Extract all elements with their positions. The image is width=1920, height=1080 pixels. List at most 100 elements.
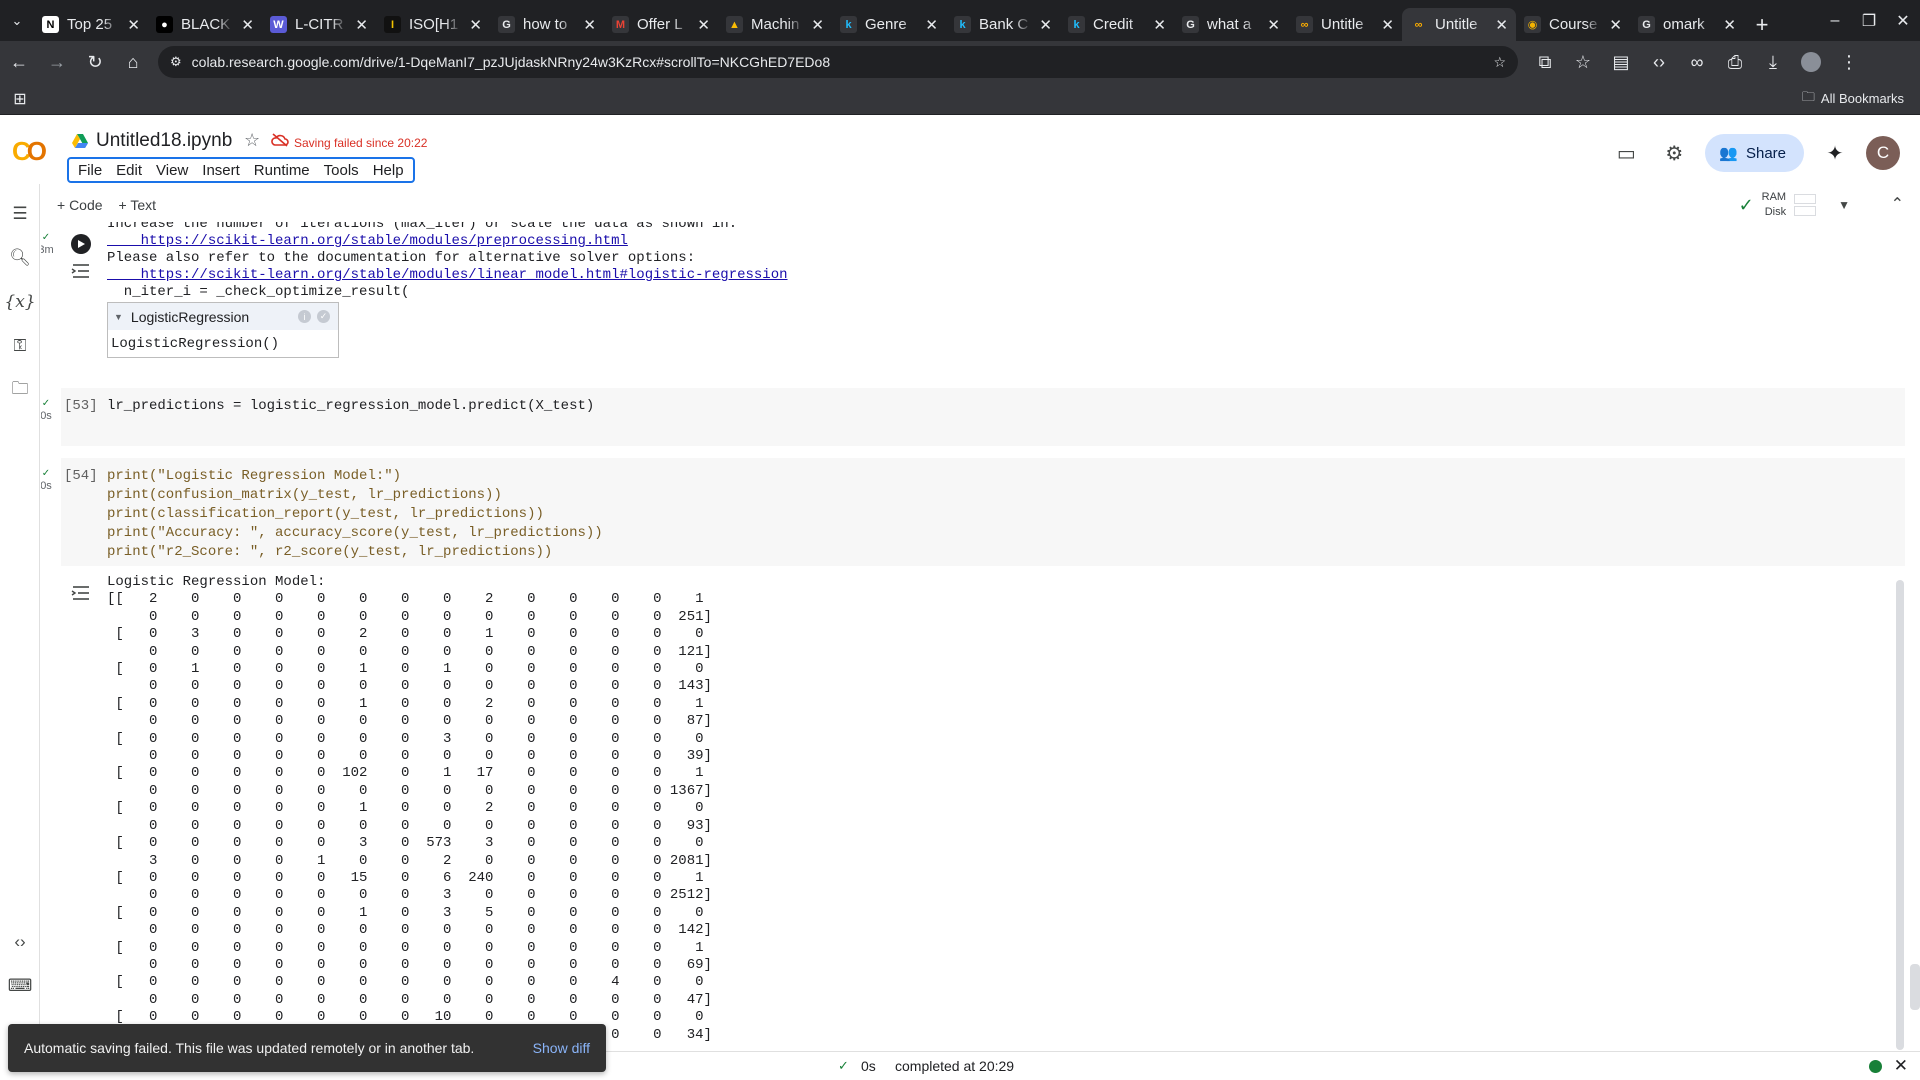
close-tab-icon[interactable]: ✕: [1381, 16, 1394, 34]
runtime-dropdown-icon[interactable]: ▼: [1838, 198, 1850, 212]
code-editor[interactable]: [61, 388, 1905, 446]
add-code-button[interactable]: + Code: [57, 197, 103, 213]
find-replace-icon[interactable]: 🔍︎: [8, 246, 32, 270]
secrets-key-icon[interactable]: ⚿: [8, 334, 32, 358]
variables-icon[interactable]: {x}: [4, 290, 35, 314]
close-tab-icon[interactable]: ✕: [127, 16, 140, 34]
collapse-header-icon[interactable]: ⌃: [1891, 194, 1904, 214]
browser-tab[interactable]: I ISO[H1 ✕: [376, 8, 490, 41]
page-scrollbar[interactable]: [1910, 964, 1920, 1010]
info-icon[interactable]: i: [298, 310, 311, 323]
menu-help[interactable]: Help: [366, 162, 411, 179]
output-actions-icon[interactable]: [70, 262, 92, 280]
link-icon[interactable]: ∞: [1678, 43, 1716, 81]
browser-tab[interactable]: ● BLACK ✕: [148, 8, 262, 41]
fitted-icon[interactable]: ✓: [317, 310, 330, 323]
estimator-header[interactable]: ▼ LogisticRegression i ✓: [108, 303, 338, 330]
browser-tab[interactable]: Ghow to ✕: [490, 8, 604, 41]
all-bookmarks-button[interactable]: 🗀 All Bookmarks: [1802, 88, 1904, 110]
bookmarks-icon[interactable]: ☆: [1564, 43, 1602, 81]
browser-tab[interactable]: k Credit ✕: [1060, 8, 1174, 41]
close-tab-icon[interactable]: ✕: [1267, 16, 1280, 34]
user-avatar[interactable]: C: [1866, 136, 1900, 170]
code-snippets-icon[interactable]: ‹›: [8, 930, 32, 954]
browser-tab[interactable]: Gwhat a ✕: [1174, 8, 1288, 41]
add-text-button[interactable]: + Text: [119, 197, 157, 213]
site-info-icon[interactable]: ⚙: [170, 54, 182, 70]
download-icon[interactable]: ⤓: [1754, 43, 1792, 81]
code-line[interactable]: print("Accuracy: ", accuracy_score(y_tes…: [107, 525, 603, 541]
doc-link[interactable]: https://scikit-learn.org/stable/modules/…: [107, 267, 788, 283]
browser-tab[interactable]: ◉ Course ✕: [1516, 8, 1630, 41]
output-actions-icon[interactable]: [70, 584, 92, 602]
close-status-icon[interactable]: ✕: [1894, 1056, 1908, 1076]
back-icon[interactable]: ←: [0, 43, 38, 81]
close-tab-icon[interactable]: ✕: [241, 16, 254, 34]
close-tab-icon[interactable]: ✕: [1723, 16, 1736, 34]
menu-view[interactable]: View: [149, 162, 195, 179]
browser-tab[interactable]: ▲ Machin ✕: [718, 8, 832, 41]
menu-edit[interactable]: Edit: [109, 162, 149, 179]
close-tab-icon[interactable]: ✕: [1039, 16, 1052, 34]
close-tab-icon[interactable]: ✕: [1609, 16, 1622, 34]
settings-gear-icon[interactable]: ⚙: [1657, 136, 1691, 170]
close-window-icon[interactable]: ✕: [1886, 11, 1920, 31]
show-diff-button[interactable]: Show diff: [533, 1040, 590, 1056]
close-tab-icon[interactable]: ✕: [583, 16, 596, 34]
code-line[interactable]: print(confusion_matrix(y_test, lr_predic…: [107, 487, 502, 503]
colab-logo[interactable]: CO: [12, 138, 56, 164]
new-tab-button[interactable]: +: [1744, 8, 1780, 41]
reload-icon[interactable]: ↻: [76, 43, 114, 81]
status-completed[interactable]: completed at 20:29: [895, 1058, 1014, 1074]
files-folder-icon[interactable]: 🗀: [8, 378, 32, 402]
menu-tools[interactable]: Tools: [317, 162, 366, 179]
close-tab-icon[interactable]: ✕: [355, 16, 368, 34]
browser-tab[interactable]: k Genre ✕: [832, 8, 946, 41]
profile-icon[interactable]: [1792, 43, 1830, 81]
runtime-resources[interactable]: ✓ RAM Disk ▼: [1739, 190, 1850, 220]
browser-tab[interactable]: W L-CITR ✕: [262, 8, 376, 41]
restore-icon[interactable]: ❐: [1852, 11, 1886, 31]
gemini-sparkle-icon[interactable]: ✦: [1818, 136, 1852, 170]
close-tab-icon[interactable]: ✕: [811, 16, 824, 34]
code-cell[interactable]: ✓ 0s [54] print("Logistic Regression Mod…: [41, 458, 1905, 566]
comments-icon[interactable]: ▭: [1609, 136, 1643, 170]
home-icon[interactable]: ⌂: [114, 43, 152, 81]
table-of-contents-icon[interactable]: ☰: [8, 202, 32, 226]
apps-grid-icon[interactable]: ⊞: [0, 89, 40, 109]
close-tab-icon[interactable]: ✕: [925, 16, 938, 34]
code-cell[interactable]: ✓ 0s [53] lr_predictions = logistic_regr…: [41, 388, 1905, 446]
runtime-status-dot[interactable]: [1869, 1060, 1882, 1073]
menu-file[interactable]: File: [71, 162, 109, 179]
url-text[interactable]: colab.research.google.com/drive/1-DqeMan…: [192, 54, 1484, 70]
browser-tab[interactable]: ∞ Untitle ✕: [1288, 8, 1402, 41]
share-button[interactable]: 👥 Share: [1705, 134, 1804, 172]
run-cell-button[interactable]: [71, 234, 91, 254]
extensions-icon[interactable]: ⧉: [1526, 43, 1564, 81]
close-tab-icon[interactable]: ✕: [1153, 16, 1166, 34]
devtools-icon[interactable]: ‹›: [1640, 43, 1678, 81]
close-tab-icon[interactable]: ✕: [1495, 16, 1508, 34]
code-line[interactable]: print("r2_Score: ", r2_score(y_test, lr_…: [107, 544, 552, 560]
notebook-title[interactable]: Untitled18.ipynb: [96, 130, 232, 152]
browser-tab[interactable]: ∞ Untitle ✕: [1402, 8, 1516, 41]
close-tab-icon[interactable]: ✕: [469, 16, 482, 34]
output-scrollbar[interactable]: [1895, 574, 1905, 1060]
browser-tab[interactable]: N Top 25 ✕: [34, 8, 148, 41]
command-palette-icon[interactable]: ⌨: [8, 974, 33, 998]
estimator-repr-box[interactable]: ▼ LogisticRegression i ✓ LogisticRegress…: [107, 302, 339, 358]
bookmark-star-icon[interactable]: ☆: [1493, 54, 1506, 71]
save-status[interactable]: Saving failed since 20:22: [294, 136, 427, 150]
output-scroll-thumb[interactable]: [1896, 580, 1904, 1050]
browser-tab[interactable]: M Offer L ✕: [604, 8, 718, 41]
print-icon[interactable]: ⎙: [1716, 43, 1754, 81]
tab-search-button[interactable]: ⌄: [0, 0, 34, 41]
address-bar[interactable]: ⚙ colab.research.google.com/drive/1-DqeM…: [158, 46, 1518, 78]
minimize-icon[interactable]: –: [1818, 12, 1852, 30]
menu-runtime[interactable]: Runtime: [247, 162, 317, 179]
browser-tab[interactable]: k Bank C ✕: [946, 8, 1060, 41]
reading-list-icon[interactable]: ▤: [1602, 43, 1640, 81]
menu-insert[interactable]: Insert: [195, 162, 247, 179]
browser-menu-icon[interactable]: ⋮: [1830, 43, 1868, 81]
doc-link[interactable]: https://scikit-learn.org/stable/modules/…: [107, 233, 628, 249]
